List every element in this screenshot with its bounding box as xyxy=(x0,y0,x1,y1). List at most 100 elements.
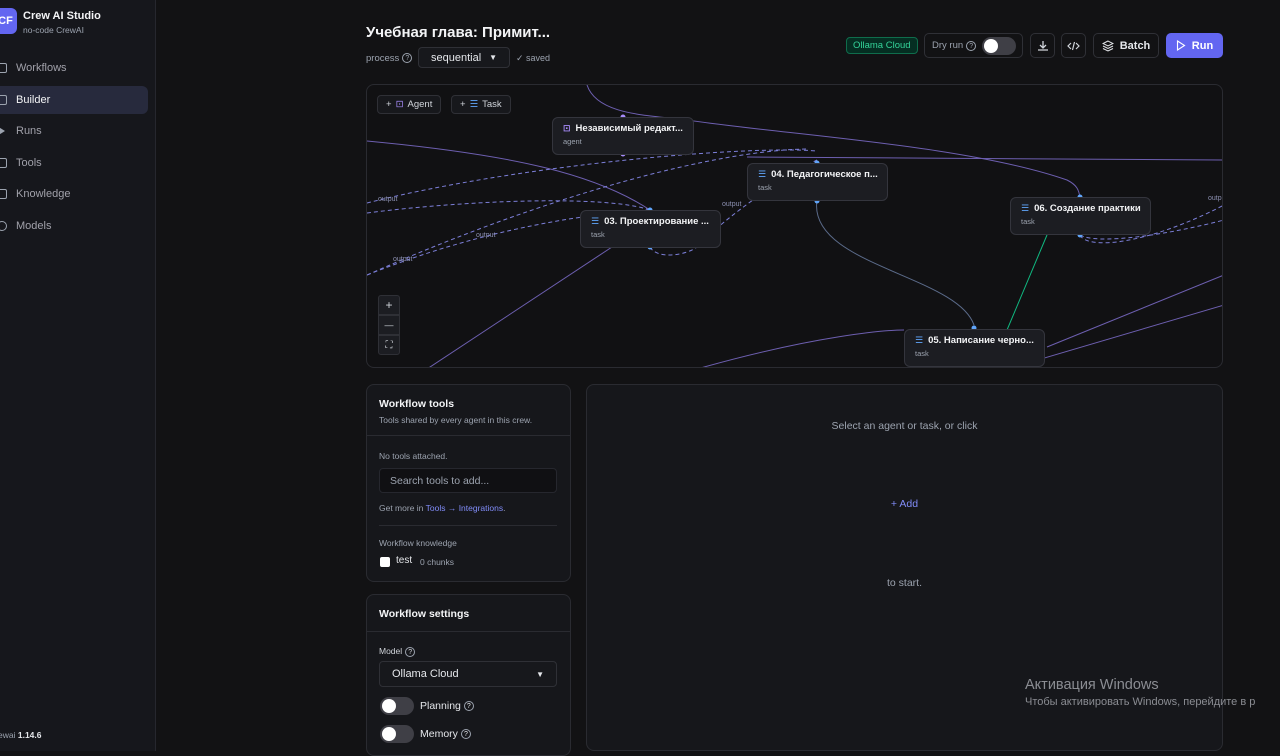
add-agent-label: Agent xyxy=(407,99,433,110)
edge-label: output xyxy=(393,256,413,263)
node-title: 06. Создание практики xyxy=(1034,203,1141,214)
task-node[interactable]: ☰ 06. Создание практики task xyxy=(1010,197,1151,235)
task-node[interactable]: ☰ 04. Педагогическое п... task xyxy=(747,163,888,201)
task-list-icon: ☰ xyxy=(915,335,924,345)
no-tools-text: No tools attached. xyxy=(379,451,448,461)
wrench-icon xyxy=(0,158,7,168)
robot-icon: ⊡ xyxy=(395,99,404,110)
node-title: 05. Написание черно... xyxy=(928,335,1034,346)
model-label-text: Model xyxy=(379,646,403,656)
agent-node[interactable]: ⊡ Независимый редакт... agent xyxy=(552,117,694,155)
sidebar-item-label: Builder xyxy=(16,94,51,106)
model-label: Model? xyxy=(379,646,416,657)
sidebar-item-label: Runs xyxy=(16,125,42,137)
dry-run-label: Dry run xyxy=(932,40,964,51)
edge xyxy=(816,199,975,326)
model-icon xyxy=(0,221,7,231)
node-title: 03. Проектирование ... xyxy=(604,216,709,227)
memory-label-text: Memory xyxy=(420,728,458,740)
builder-icon xyxy=(0,95,7,105)
node-type: agent xyxy=(563,137,582,146)
book-icon xyxy=(0,189,7,199)
knowledge-title: Workflow knowledge xyxy=(379,538,457,548)
sidebar-item-tools[interactable]: Tools xyxy=(0,149,148,177)
workflow-settings-panel: Workflow settings Model? Ollama Cloud ▼ … xyxy=(366,594,571,756)
get-more-text: Get more in Tools → Integrations. xyxy=(379,503,505,513)
sidebar-item-runs[interactable]: Runs xyxy=(0,117,148,145)
task-node[interactable]: ☰ 05. Написание черно... task xyxy=(904,329,1045,367)
knowledge-item-name: test xyxy=(396,555,413,566)
empty-state-text: Select an agent or task, or click xyxy=(831,420,978,432)
sidebar-item-workflows[interactable]: Workflows xyxy=(0,54,148,82)
workflow-tools-panel: Workflow tools Tools shared by every age… xyxy=(366,384,571,582)
batch-button[interactable]: Batch xyxy=(1093,33,1159,58)
node-type: task xyxy=(1021,217,1035,226)
help-icon[interactable]: ? xyxy=(460,729,471,740)
code-button[interactable] xyxy=(1061,33,1086,58)
edge xyxy=(1046,275,1222,348)
memory-toggle[interactable] xyxy=(380,725,414,743)
process-label-text: process xyxy=(366,53,400,64)
node-type: task xyxy=(591,230,605,239)
edge-label: output xyxy=(378,196,398,203)
download-button[interactable] xyxy=(1030,33,1055,58)
dry-run-control[interactable]: Dry run? xyxy=(924,33,1023,58)
knowledge-chunks: 0 chunks xyxy=(420,557,455,567)
app-logo: CF xyxy=(0,8,17,34)
sidebar: CF Crew AI Studio no-code CrewAI Workflo… xyxy=(0,0,156,751)
sidebar-item-knowledge[interactable]: Knowledge xyxy=(0,180,148,208)
edge xyxy=(429,246,613,367)
task-list-icon: ☰ xyxy=(469,99,479,110)
chevron-down-icon: ▼ xyxy=(489,53,497,62)
version-prefix: ewai xyxy=(0,730,16,740)
dry-run-toggle[interactable] xyxy=(982,37,1016,55)
help-icon[interactable]: ? xyxy=(402,53,413,64)
help-icon[interactable]: ? xyxy=(405,646,416,657)
version-number: 1.14.6 xyxy=(17,730,42,740)
process-select[interactable]: sequential ▼ xyxy=(418,47,510,68)
process-label: process? xyxy=(366,53,413,64)
knowledge-checkbox[interactable] xyxy=(380,557,390,567)
sidebar-item-models[interactable]: Models xyxy=(0,212,148,240)
version-info: ewai 1.14.6 xyxy=(0,730,42,740)
plus-icon: + xyxy=(460,99,466,110)
tools-panel-subtitle: Tools shared by every agent in this crew… xyxy=(379,415,533,425)
sidebar-item-label: Models xyxy=(16,220,52,232)
zoom-out-button[interactable]: — xyxy=(378,315,400,335)
plus-icon: + xyxy=(386,99,392,110)
divider xyxy=(367,435,570,436)
node-type: task xyxy=(915,349,929,358)
workflow-canvas[interactable]: output output output output outp + ⊡ Age… xyxy=(366,84,1223,368)
memory-label: Memory? xyxy=(420,728,471,740)
zoom-in-button[interactable]: + xyxy=(378,295,400,315)
add-task-button[interactable]: + ☰ Task xyxy=(451,95,511,114)
edge-label: outp xyxy=(1208,195,1222,202)
tool-search-input[interactable]: Search tools to add... xyxy=(379,468,557,493)
page-title[interactable]: Учебная глава: Примит... xyxy=(366,24,550,41)
sidebar-item-label: Tools xyxy=(16,157,42,169)
task-list-icon: ☰ xyxy=(1021,203,1030,213)
model-select-value: Ollama Cloud xyxy=(392,668,459,680)
task-list-icon: ☰ xyxy=(591,216,600,226)
planning-toggle[interactable] xyxy=(380,697,414,715)
windows-activation-title: Активация Windows xyxy=(1025,677,1159,693)
edge xyxy=(746,156,1222,161)
sidebar-item-label: Knowledge xyxy=(16,188,71,200)
edge xyxy=(1006,234,1048,331)
fit-view-button[interactable]: ⛶ xyxy=(378,335,400,355)
planning-label-text: Planning xyxy=(420,700,461,712)
model-badge: Ollama Cloud xyxy=(846,37,918,54)
help-icon[interactable]: ? xyxy=(966,40,977,51)
sidebar-item-builder[interactable]: Builder xyxy=(0,86,148,114)
node-type: task xyxy=(758,183,772,192)
run-button[interactable]: Run xyxy=(1166,33,1223,58)
add-link[interactable]: + Add xyxy=(587,498,1222,510)
node-title: 04. Педагогическое п... xyxy=(771,169,878,180)
model-select[interactable]: Ollama Cloud ▼ xyxy=(379,661,557,687)
brand[interactable]: CF Crew AI Studio no-code CrewAI xyxy=(0,8,101,35)
help-icon[interactable]: ? xyxy=(463,701,474,712)
integrations-link[interactable]: Tools → Integrations xyxy=(426,503,503,513)
add-agent-button[interactable]: + ⊡ Agent xyxy=(377,95,442,114)
task-node[interactable]: ☰ 03. Проектирование ... task xyxy=(580,210,721,248)
task-list-icon: ☰ xyxy=(758,169,767,179)
